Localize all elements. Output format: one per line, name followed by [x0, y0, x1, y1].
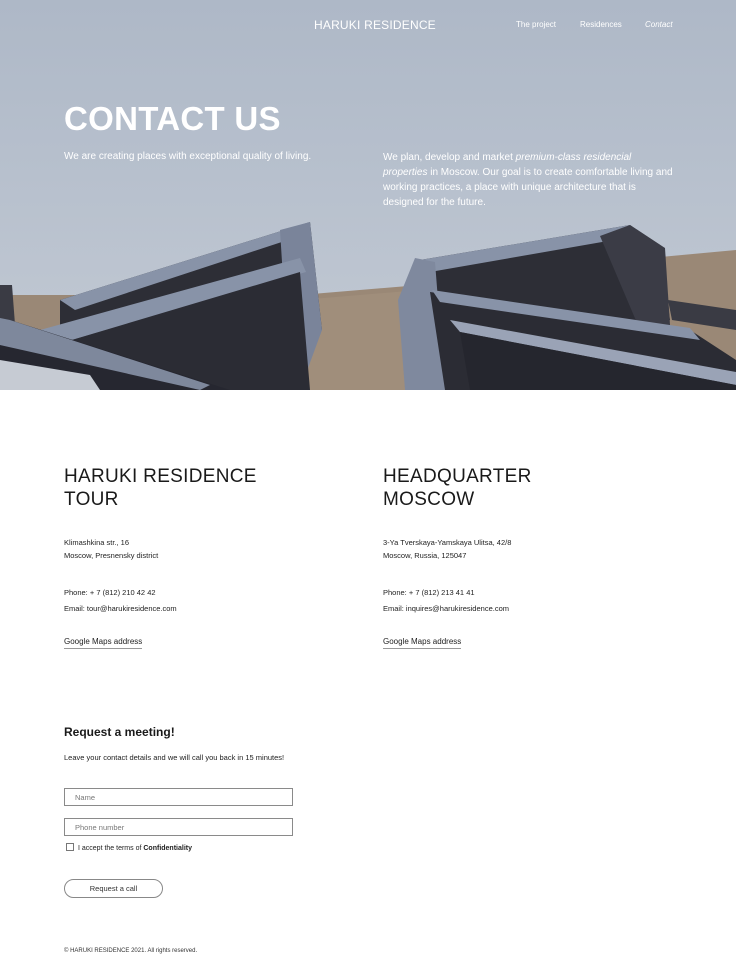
- nav-link-the-project[interactable]: The project: [516, 20, 556, 29]
- confidentiality-link[interactable]: Confidentiality: [143, 845, 192, 852]
- office-address: 3-Ya Tverskaya-Yamskaya Ulitsa, 42/8 Mos…: [383, 536, 511, 562]
- terms-label: I accept the terms of: [78, 844, 144, 852]
- office-contacts: Phone: + 7 (812) 213 41 41 Email: inquir…: [383, 585, 509, 617]
- nav-link-contact[interactable]: Contact: [645, 20, 673, 29]
- hero-description-part-1: We plan, develop and market: [383, 152, 516, 163]
- top-nav: HARUKI RESIDENCE The project Residences …: [0, 18, 736, 34]
- request-call-button[interactable]: Request a call: [64, 879, 163, 898]
- name-input[interactable]: [64, 788, 293, 806]
- brand-logo[interactable]: HARUKI RESIDENCE: [314, 18, 436, 32]
- form-subtitle: Leave your contact details and we will c…: [64, 753, 285, 762]
- address-line-1: Klimashkina str., 16: [64, 538, 130, 547]
- footer-copyright: © HARUKI RESIDENCE 2021. All rights rese…: [64, 948, 198, 954]
- hero-section: HARUKI RESIDENCE The project Residences …: [0, 0, 736, 390]
- office-tour: HARUKI RESIDENCE TOUR Klimashkina str., …: [64, 465, 324, 649]
- google-maps-link[interactable]: Google Maps address: [64, 637, 143, 649]
- nav-link-residences[interactable]: Residences: [580, 20, 622, 29]
- office-phone[interactable]: Phone: + 7 (812) 213 41 41: [383, 585, 509, 601]
- office-email[interactable]: Email: inquires@harukiresidence.com: [383, 601, 509, 617]
- form-title: Request a meeting!: [64, 725, 175, 739]
- office-headquarter: HEADQUARTER MOSCOW 3-Ya Tverskaya-Yamska…: [383, 465, 643, 649]
- terms-row: I accept the terms of Confidentiality: [66, 843, 192, 852]
- office-contacts: Phone: + 7 (812) 210 42 42 Email: tour@h…: [64, 585, 177, 617]
- google-maps-link[interactable]: Google Maps address: [383, 637, 462, 649]
- hero-tagline: We are creating places with exceptional …: [64, 151, 312, 162]
- address-line-2: Moscow, Presnensky district: [64, 551, 159, 560]
- phone-input[interactable]: [64, 818, 293, 836]
- page-title: CONTACT US: [64, 100, 281, 137]
- office-phone[interactable]: Phone: + 7 (812) 210 42 42: [64, 585, 177, 601]
- office-address: Klimashkina str., 16 Moscow, Presnensky …: [64, 536, 158, 562]
- terms-checkbox[interactable]: [66, 843, 74, 851]
- address-line-2: Moscow, Russia, 125047: [383, 551, 467, 560]
- office-title: HARUKI RESIDENCE TOUR: [64, 466, 257, 510]
- hero-description: We plan, develop and market premium-clas…: [383, 150, 678, 210]
- address-line-1: 3-Ya Tverskaya-Yamskaya Ulitsa, 42/8: [383, 538, 512, 547]
- office-title: HEADQUARTER MOSCOW: [383, 466, 532, 510]
- hero-description-part-2: in Moscow. Our goal is to create comfort…: [383, 167, 673, 208]
- office-email[interactable]: Email: tour@harukiresidence.com: [64, 601, 177, 617]
